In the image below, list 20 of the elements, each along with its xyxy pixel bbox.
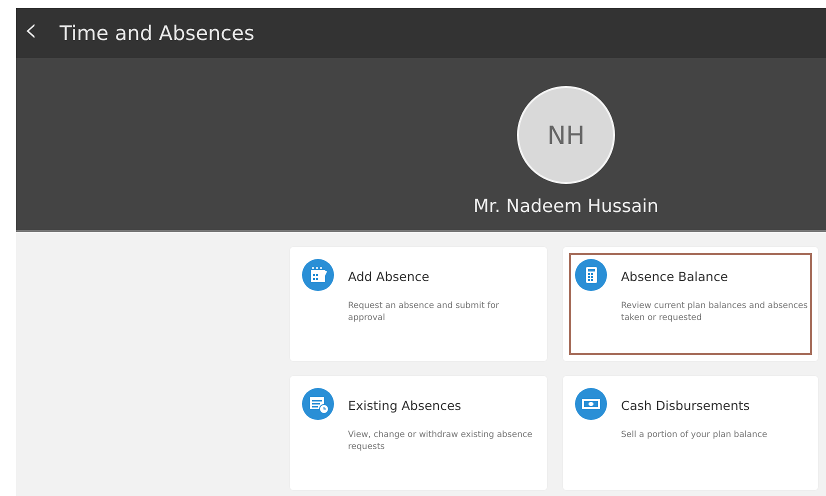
tile-title: Cash Disbursements (621, 398, 751, 413)
tile-description: Request an absence and submit for approval (348, 300, 500, 325)
task-tile[interactable]: Absence Balance Review current plan balances and absences taken or requested (563, 247, 818, 361)
avatar: NH (517, 86, 615, 184)
list-icon (302, 388, 334, 420)
tile-description: Sell a portion of your plan balance (621, 429, 768, 442)
tile-description: View, change or withdraw existing absence requests (348, 429, 534, 454)
tile-title: Add Absence (348, 269, 430, 284)
task-tile[interactable]: Cash Disbursements Sell a portion of your plan balance (563, 376, 818, 490)
user-name: Mr. Nadeem Hussain (473, 196, 659, 217)
task-tile[interactable]: Existing Absences View, change or withdraw existing absence requests (290, 376, 547, 490)
tile-title: Absence Balance (621, 269, 730, 284)
calendar-icon (302, 259, 334, 291)
tile-title: Existing Absences (348, 398, 462, 413)
cash-icon (575, 388, 607, 420)
back-button[interactable]: ‹ (24, 13, 38, 47)
page-title: Time and Absences (60, 21, 254, 45)
task-tile[interactable]: Add Absence Request an absence and submit for approval (290, 247, 547, 361)
tile-description: Review current plan balances and absences taken or requested (621, 300, 809, 325)
calculator-icon (575, 259, 607, 291)
